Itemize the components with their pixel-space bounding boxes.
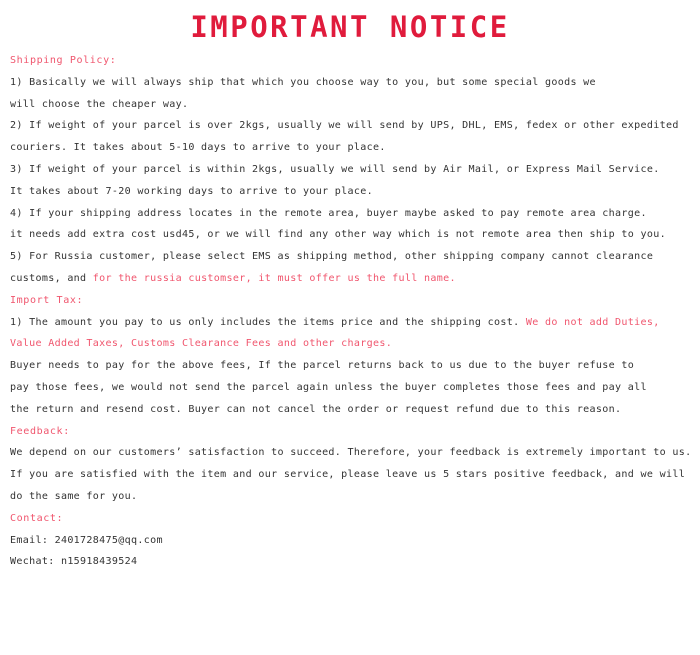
shipping-item-1: 1) Basically we will always ship that wh… <box>10 72 690 116</box>
section-heading-shipping-policy: Shipping Policy: <box>10 55 117 66</box>
feedback-paragraph-line-2: If you are satisfied with the item and o… <box>10 469 686 481</box>
shipping-item-2-line-2: couriers. It takes about 5-10 days to ar… <box>10 142 386 154</box>
shipping-item-5-line-2: customs, and for the russia customser, i… <box>10 268 690 290</box>
section-heading-contact: Contact: <box>10 512 64 524</box>
import-tax-paragraph-line-3: the return and resend cost. Buyer can no… <box>10 403 622 415</box>
shipping-item-1-line-2: will choose the cheaper way. <box>10 98 189 110</box>
section-heading-import-tax: Import Tax: <box>10 294 84 306</box>
shipping-item-2-line-1: 2) If weight of your parcel is over 2kgs… <box>10 120 679 132</box>
feedback-paragraph-line-1: We depend on our customers’ satisfaction… <box>10 447 692 459</box>
shipping-item-4-line-1: 4) If your shipping address locates in t… <box>10 207 647 219</box>
shipping-item-4-line-2: it needs add extra cost usd45, or we wil… <box>10 229 666 241</box>
import-tax-paragraph-line-2: pay those fees, we would not send the pa… <box>10 381 647 393</box>
notice-page: IMPORTANT NOTICE Shipping Policy: 1) Bas… <box>0 0 700 655</box>
import-tax-paragraph-line-1: Buyer needs to pay for the above fees, I… <box>10 360 635 372</box>
import-tax-item-1-plain: 1) The amount you pay to us only include… <box>10 316 526 328</box>
section-feedback: Feedback: We depend on our customers’ sa… <box>10 421 692 508</box>
shipping-item-5-line-1: 5) For Russia customer, please select EM… <box>10 251 654 263</box>
page-title: IMPORTANT NOTICE <box>190 10 510 44</box>
feedback-paragraph: We depend on our customers’ satisfaction… <box>10 442 692 507</box>
contact-email: Email: 2401728475@qq.com <box>10 534 163 546</box>
shipping-item-2: 2) If weight of your parcel is over 2kgs… <box>10 115 690 159</box>
import-tax-paragraph: Buyer needs to pay for the above fees, I… <box>10 355 690 420</box>
section-shipping-policy: Shipping Policy: 1) Basically we will al… <box>10 50 690 290</box>
shipping-item-3-line-2: It takes about 7-20 working days to arri… <box>10 185 374 197</box>
shipping-item-4: 4) If your shipping address locates in t… <box>10 203 690 247</box>
section-heading-feedback: Feedback: <box>10 425 70 437</box>
shipping-item-5-line-2-plain: customs, and <box>10 272 93 284</box>
import-tax-duties-note-part-2: Value Added Taxes, Customs Clearance Fee… <box>10 338 393 350</box>
shipping-item-3: 3) If weight of your parcel is within 2k… <box>10 159 690 203</box>
contact-wechat: Wechat: n15918439524 <box>10 556 138 568</box>
feedback-paragraph-line-3: do the same for you. <box>10 490 138 502</box>
section-import-tax: Import Tax: 1) The amount you pay to us … <box>10 290 690 421</box>
shipping-item-1-line-1: 1) Basically we will always ship that wh… <box>10 76 596 88</box>
notice-body: Shipping Policy: 1) Basically we will al… <box>0 50 700 573</box>
shipping-item-5: 5) For Russia customer, please select EM… <box>10 246 690 290</box>
import-tax-item-1-line-1: 1) The amount you pay to us only include… <box>10 312 690 334</box>
import-tax-item-1: 1) The amount you pay to us only include… <box>10 312 690 356</box>
shipping-item-3-line-1: 3) If weight of your parcel is within 2k… <box>10 163 660 175</box>
import-tax-duties-note-part-1: We do not add Duties, <box>525 316 660 328</box>
shipping-item-5-russia-note: for the russia customser, it must offer … <box>92 272 456 284</box>
section-contact: Contact: Email: 2401728475@qq.com Wechat… <box>10 508 690 573</box>
